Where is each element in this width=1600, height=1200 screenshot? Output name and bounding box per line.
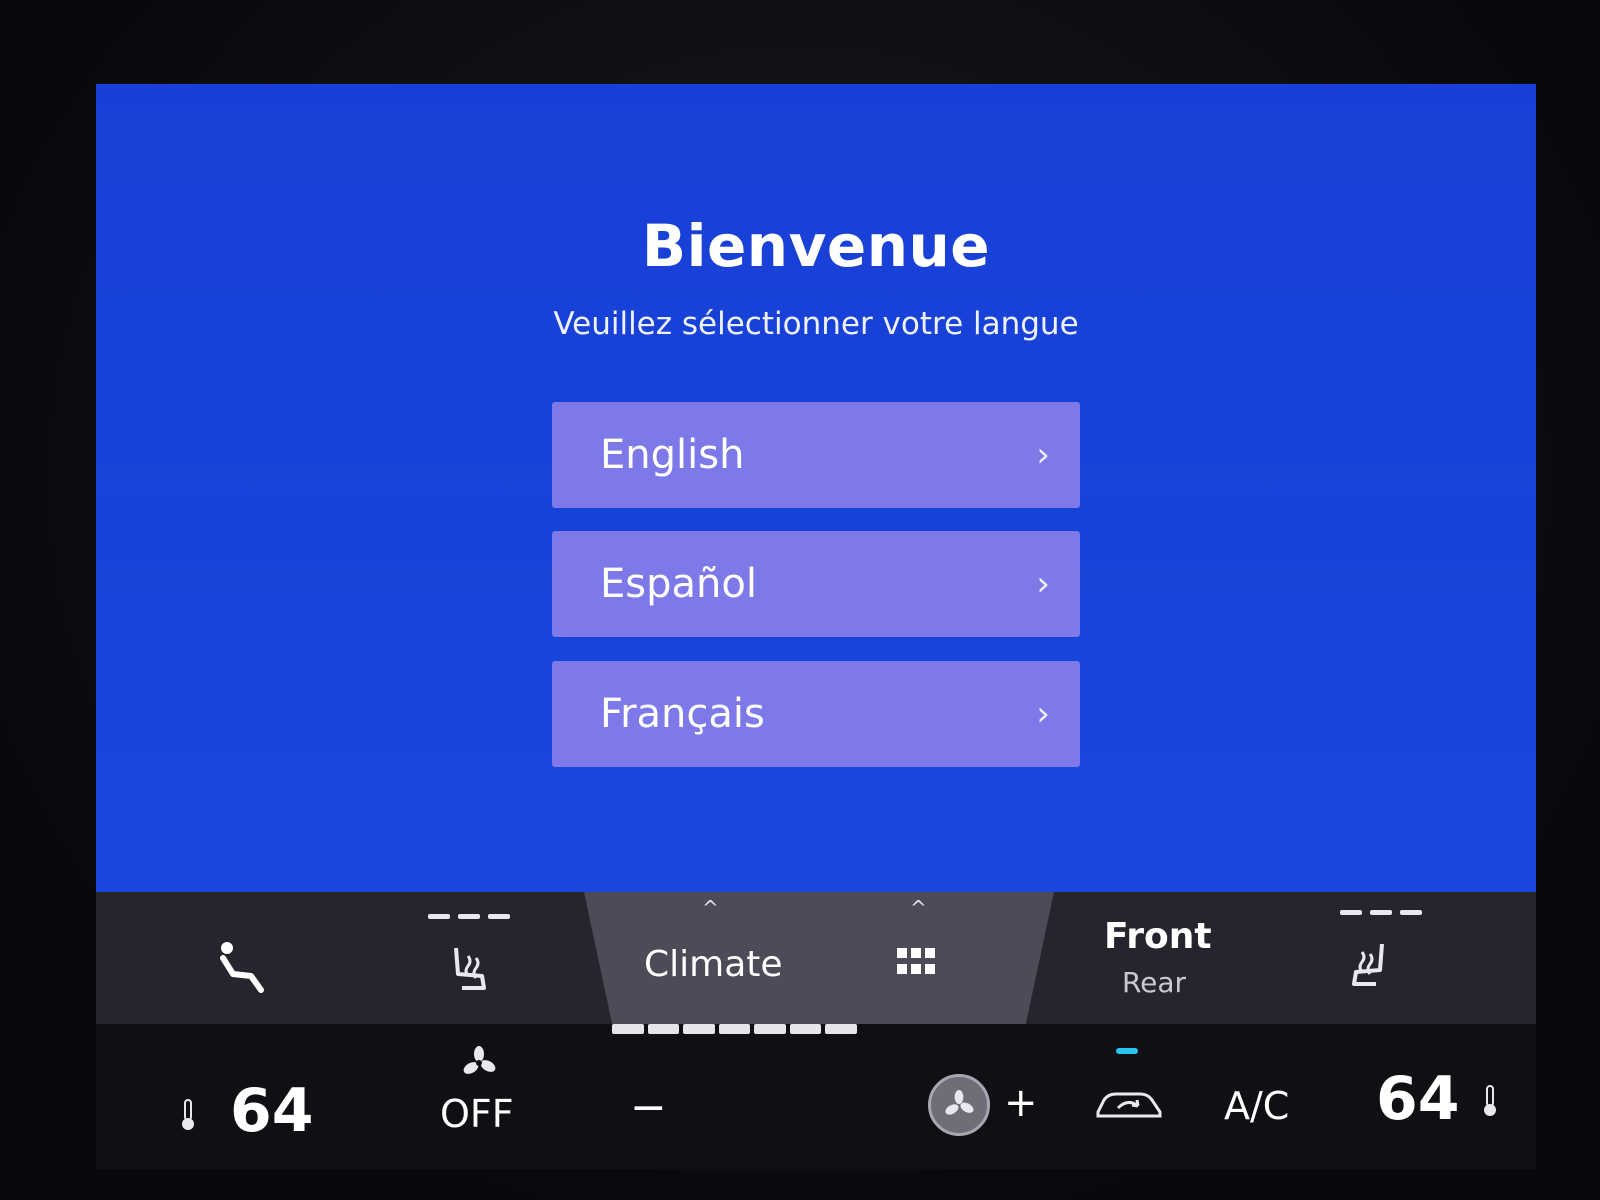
ac-button[interactable]: A/C [1224,1084,1289,1128]
fan-speed-knob[interactable] [928,1074,990,1136]
fan-decrease-button[interactable]: − [630,1082,667,1133]
caret-up-icon: ^ [702,896,719,920]
apps-grid-button[interactable] [896,948,936,984]
infotainment-screen: Bienvenue Veuillez sélectionner votre la… [96,84,1536,1169]
apps-grid-icon [897,948,935,974]
caret-up-icon: ^ [910,896,927,920]
front-zone-button[interactable]: Front [1104,916,1212,957]
seat-recline-button[interactable] [208,940,278,1000]
thermometer-icon [1484,1085,1496,1116]
recirculation-icon[interactable] [1094,1086,1164,1122]
language-label: English [600,432,745,478]
language-option-english[interactable]: English › [552,402,1080,508]
rear-zone-button[interactable]: Rear [1104,966,1204,999]
language-label: Français [600,691,765,737]
heated-seat-icon [1352,943,1384,986]
heat-level-indicator [1340,910,1422,915]
climate-tab[interactable]: Climate [644,944,783,985]
driver-temperature[interactable]: 64 [230,1076,314,1146]
heat-level-indicator [428,914,510,919]
thermometer-icon [182,1099,194,1130]
fan-icon [945,1090,974,1115]
seat-recline-icon [220,942,264,993]
fan-speed-slider[interactable] [612,1024,858,1034]
chevron-right-icon: › [1036,564,1050,604]
passenger-temperature[interactable]: 64 [1376,1064,1460,1134]
passenger-heated-seat-button[interactable] [1342,940,1392,994]
climate-shortcut-bar: ^ Climate ^ Front Rear [96,892,1536,1024]
recirculation-indicator [1116,1048,1138,1054]
language-setup-panel: Bienvenue Veuillez sélectionner votre la… [96,84,1536,892]
driver-heated-seat-button[interactable] [446,944,496,998]
language-label: Español [600,561,757,607]
heated-seat-icon [454,947,486,990]
display-bezel: Bienvenue Veuillez sélectionner votre la… [0,0,1600,1200]
fan-icon [463,1046,496,1074]
page-title: Bienvenue [641,212,991,280]
language-option-espanol[interactable]: Español › [552,531,1080,637]
page-subtitle: Veuillez sélectionner votre langue [553,306,1079,342]
fan-increase-button[interactable]: + [1004,1080,1038,1126]
chevron-right-icon: › [1036,435,1050,475]
chevron-right-icon: › [1036,694,1050,734]
fan-off-button[interactable]: OFF [440,1092,514,1136]
language-option-francais[interactable]: Français › [552,661,1080,767]
